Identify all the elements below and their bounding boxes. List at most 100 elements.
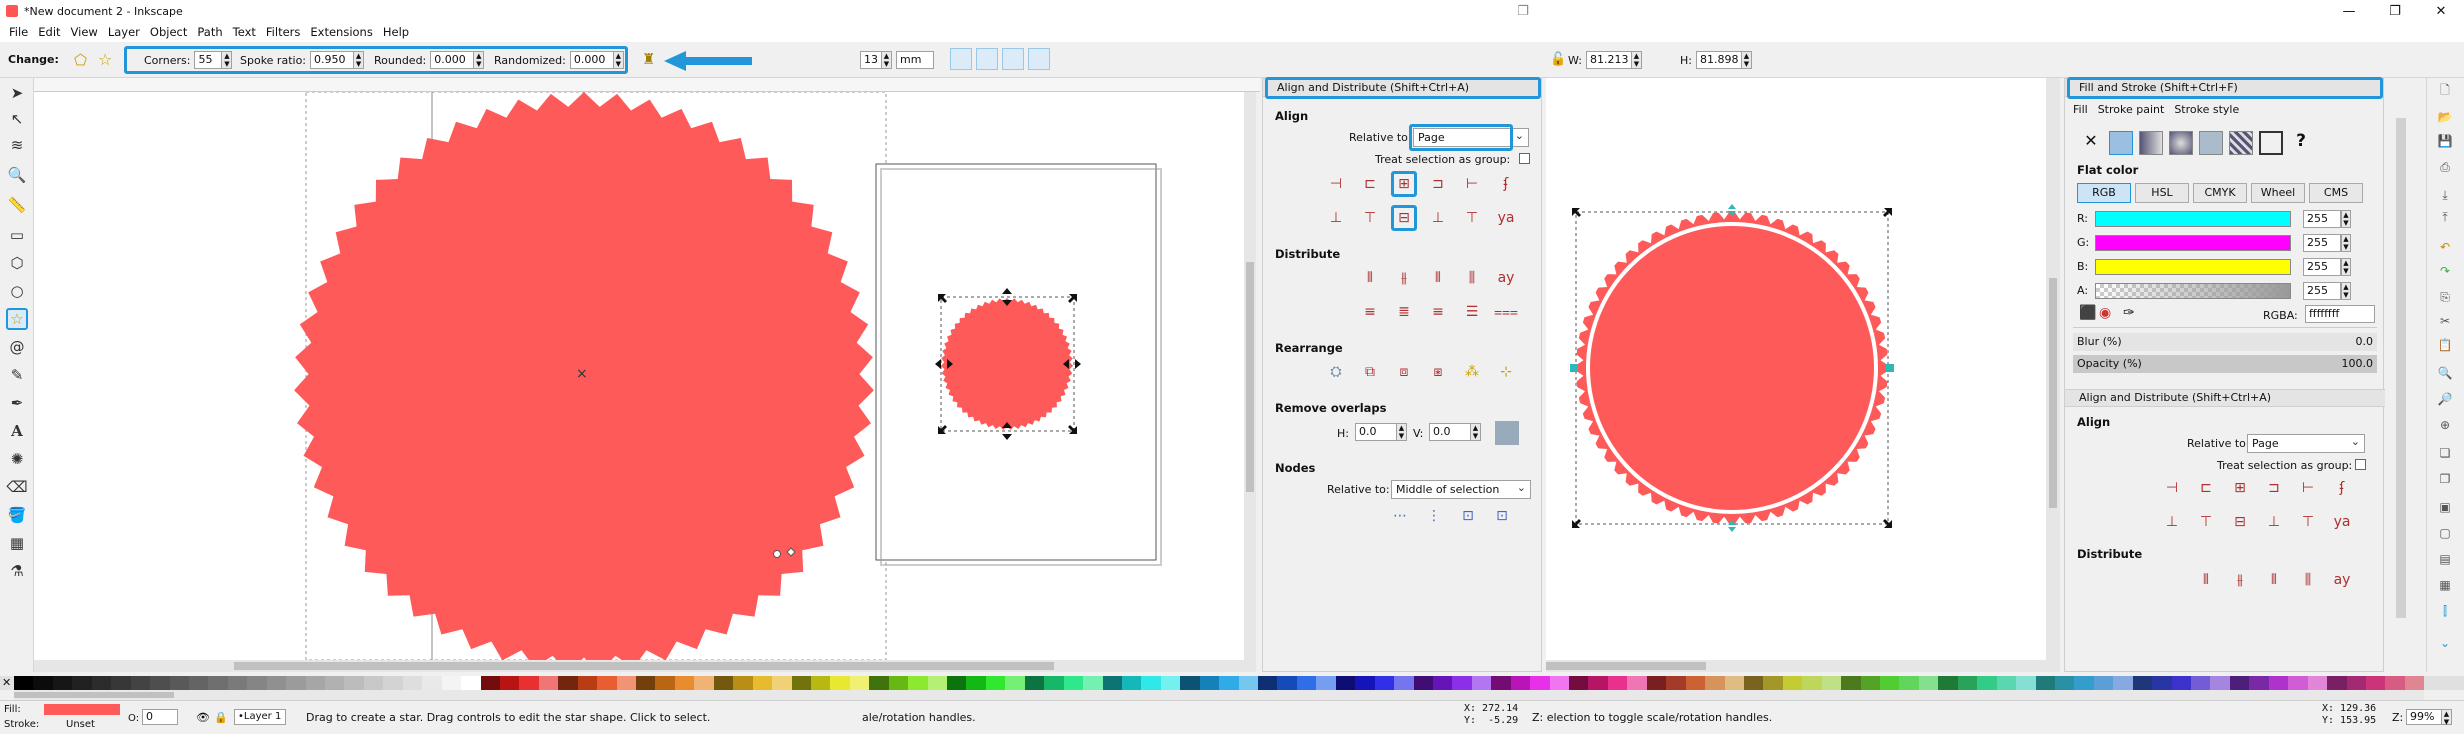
h-spin[interactable]: ▲ ▼ — [1741, 51, 1752, 69]
layer-select[interactable]: •Layer 1 — [234, 709, 286, 725]
menu-file[interactable]: File — [4, 25, 33, 39]
tab-stroke-paint[interactable]: Stroke paint — [2098, 103, 2165, 116]
palette-swatch[interactable] — [1627, 676, 1647, 690]
palette-swatch[interactable] — [2152, 676, 2172, 690]
paste-icon[interactable]: 📋 — [2435, 336, 2455, 354]
spoke-ratio-spin[interactable]: ▲ ▼ — [354, 51, 365, 69]
distribute-gaps-h-icon[interactable]: ⫼ — [1459, 265, 1485, 291]
palette-swatch[interactable] — [2268, 676, 2289, 690]
palette-swatch[interactable] — [2093, 676, 2114, 690]
second-align-l-icon[interactable]: ya — [2329, 509, 2355, 535]
second-dist-e-icon[interactable]: ay — [2329, 567, 2355, 593]
palette-swatch[interactable] — [1413, 676, 1433, 690]
align-left-edges-icon[interactable]: ⊏ — [1357, 171, 1383, 197]
align-bottom-to-top-icon[interactable]: ⊥ — [1323, 205, 1349, 231]
align-nodes-h-icon[interactable]: ⋯ — [1387, 503, 1413, 529]
channel-spin[interactable]: ▲ ▼ — [2341, 210, 2351, 228]
w-input[interactable]: 81.213 — [1585, 51, 1632, 69]
second-align-h-icon[interactable]: ⊤ — [2193, 509, 2219, 535]
top-ruler[interactable] — [34, 78, 1260, 92]
star-handle-outer[interactable] — [773, 550, 781, 558]
channel-value-input[interactable]: 255 — [2303, 258, 2341, 276]
align-dialog-icon[interactable]: ⫿ — [2435, 602, 2455, 620]
menu-text[interactable]: Text — [228, 25, 261, 39]
overlap-v-spin[interactable]: ▲ ▼ — [1471, 423, 1481, 441]
palette-swatch[interactable] — [1160, 676, 1181, 690]
menu-extensions[interactable]: Extensions — [305, 25, 377, 39]
distribute-nodes-v-icon[interactable]: ⊡ — [1489, 503, 1515, 529]
palette-swatch[interactable] — [1024, 676, 1045, 690]
palette-swatch[interactable] — [655, 676, 675, 690]
palette-swatch[interactable] — [1607, 676, 1628, 690]
menu-path[interactable]: Path — [192, 25, 227, 39]
palette-swatch[interactable] — [2288, 676, 2308, 690]
palette-swatch[interactable] — [1005, 676, 1025, 690]
channel-slider[interactable] — [2095, 235, 2291, 251]
unit-select[interactable]: mm — [896, 51, 934, 69]
mode-cmyk-tab[interactable]: CMYK — [2193, 183, 2247, 203]
ellipse-tool-icon[interactable]: ○ — [6, 280, 28, 302]
unclump-icon[interactable]: ⊹ — [1493, 359, 1519, 385]
distribute-gaps-v-icon[interactable]: ☰ — [1459, 299, 1485, 325]
palette-swatch[interactable] — [208, 676, 228, 690]
randomized-spin[interactable]: ▲ ▼ — [613, 51, 624, 69]
second-align-a-icon[interactable]: ⊣ — [2159, 475, 2185, 501]
palette-swatch[interactable] — [72, 676, 92, 690]
distribute-left-icon[interactable]: ⫴ — [1357, 265, 1383, 291]
palette-swatch[interactable] — [188, 676, 209, 690]
palette-scrollbar[interactable] — [14, 690, 2424, 700]
distribute-text-h-icon[interactable]: ay — [1493, 265, 1519, 291]
menu-view[interactable]: View — [66, 25, 103, 39]
palette-swatch[interactable] — [519, 676, 539, 690]
pattern-icon[interactable] — [2229, 131, 2253, 155]
distribute-nodes-h-icon[interactable]: ⊡ — [1455, 503, 1481, 529]
mode-cms-tab[interactable]: CMS — [2309, 183, 2363, 203]
palette-swatch[interactable] — [733, 676, 753, 690]
palette-swatch[interactable] — [1821, 676, 1842, 690]
palette-swatch[interactable] — [52, 676, 73, 690]
exchange-positions-icon[interactable]: ⧉ — [1357, 359, 1383, 385]
distribute-center-h-icon[interactable]: ⫵ — [1391, 265, 1417, 291]
tab-stroke-style[interactable]: Stroke style — [2174, 103, 2239, 116]
palette-swatch[interactable] — [344, 676, 364, 690]
channel-spin[interactable]: ▲ ▼ — [2341, 282, 2351, 300]
color-picker-icon[interactable]: ✑ — [2123, 305, 2135, 321]
nodes-relative-select[interactable]: Middle of selection — [1391, 479, 1531, 499]
no-paint-icon[interactable]: ✕ — [2079, 131, 2103, 155]
zoom-drawing-icon[interactable]: 🔎 — [2435, 390, 2455, 408]
palette-swatch[interactable] — [1394, 676, 1414, 690]
canvas-secondary[interactable] — [1546, 78, 2060, 672]
channel-value-input[interactable]: 255 — [2303, 282, 2341, 300]
palette-swatch[interactable] — [227, 676, 248, 690]
palette-swatch[interactable] — [1743, 676, 1764, 690]
palette-swatch[interactable] — [2191, 676, 2211, 690]
minimize-button[interactable]: — — [2326, 0, 2372, 22]
palette-swatch[interactable] — [810, 676, 831, 690]
second-align-k-icon[interactable]: ⊤ — [2295, 509, 2321, 535]
palette-swatch[interactable] — [2210, 676, 2230, 690]
palette-swatch[interactable] — [674, 676, 695, 690]
palette-swatch[interactable] — [169, 676, 189, 690]
palette-swatch[interactable] — [2171, 676, 2191, 690]
palette-swatch[interactable] — [1549, 676, 1569, 690]
gradient-tool-icon[interactable]: ▦ — [6, 532, 28, 554]
palette-swatch[interactable] — [597, 676, 617, 690]
distribute-text-v-icon[interactable]: ⩶ — [1493, 299, 1519, 325]
align-left-to-right-icon[interactable]: ⊢ — [1459, 171, 1485, 197]
center-horizontal-axis-icon[interactable]: ⊟ — [1391, 205, 1417, 231]
menu-object[interactable]: Object — [145, 25, 192, 39]
randomize-positions-icon[interactable]: ⁂ — [1459, 359, 1485, 385]
x-input[interactable]: 13 — [860, 51, 882, 69]
paint-bucket-tool-icon[interactable]: 🪣 — [6, 504, 28, 526]
palette-swatch[interactable] — [499, 676, 520, 690]
tab-fill[interactable]: Fill — [2073, 103, 2088, 116]
horizontal-scrollbar-1[interactable] — [34, 660, 1256, 672]
pencil-tool-icon[interactable]: ✎ — [6, 364, 28, 386]
palette-swatch[interactable] — [1763, 676, 1783, 690]
palette-swatch[interactable] — [1296, 676, 1317, 690]
distribute-center-v-icon[interactable]: ≣ — [1391, 299, 1417, 325]
channel-slider[interactable] — [2095, 283, 2291, 299]
move-patterns-toggle[interactable] — [1028, 48, 1050, 70]
palette-swatch[interactable] — [1141, 676, 1161, 690]
palette-swatch[interactable] — [1083, 676, 1103, 690]
